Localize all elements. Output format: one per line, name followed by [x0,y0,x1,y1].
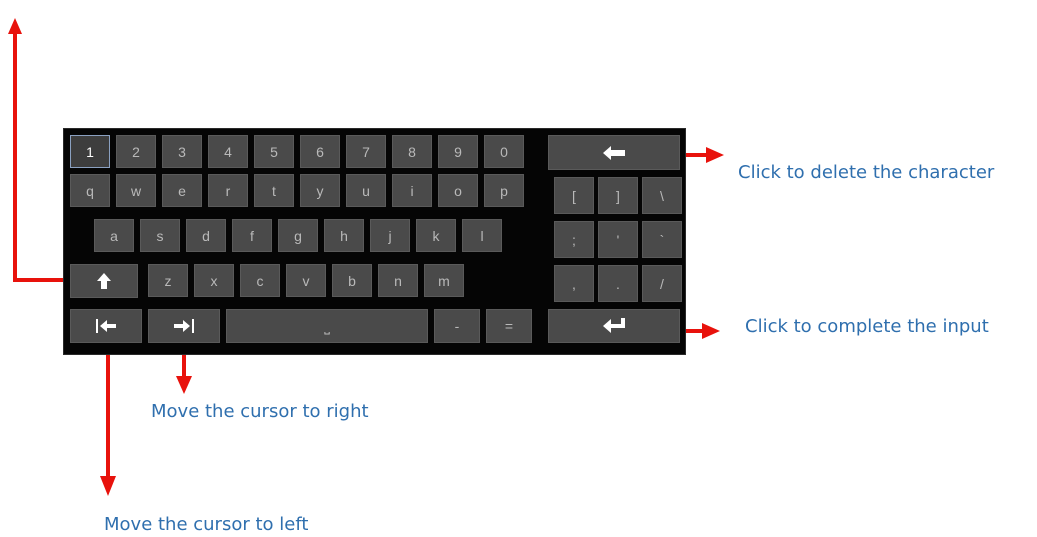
enter-annotation-label: Click to complete the input [745,316,989,337]
key-k[interactable]: k [416,219,456,252]
key-slash[interactable]: / [642,265,682,302]
key-b[interactable]: b [332,264,372,297]
key-2[interactable]: 2 [116,135,156,168]
key-p[interactable]: p [484,174,524,207]
key-d[interactable]: d [186,219,226,252]
key-4[interactable]: 4 [208,135,248,168]
key-right-bracket[interactable]: ] [598,177,638,214]
key-w[interactable]: w [116,174,156,207]
key-z[interactable]: z [148,264,188,297]
key-j[interactable]: j [370,219,410,252]
on-screen-keyboard: 1 2 3 4 5 6 7 8 9 0 q w e r t y u i o p a s d f g h j k l z x c v b n m ⎵ - = [… [63,128,686,355]
key-r[interactable]: r [208,174,248,207]
cursor-left-arrow-head [100,476,116,496]
key-comma[interactable]: , [554,265,594,302]
key-equals[interactable]: = [486,309,532,343]
space-key[interactable]: ⎵ [226,309,428,343]
backspace-arrow-head [706,147,724,163]
cursor-right-arrow-head [176,376,192,394]
cursor-left-icon [96,319,116,333]
key-3[interactable]: 3 [162,135,202,168]
key-backslash[interactable]: \ [642,177,682,214]
key-o[interactable]: o [438,174,478,207]
key-semicolon[interactable]: ; [554,221,594,258]
backspace-annotation-label: Click to delete the character [738,162,995,183]
shift-key[interactable] [70,264,138,298]
key-a[interactable]: a [94,219,134,252]
cursor-left-key[interactable] [70,309,142,343]
key-5[interactable]: 5 [254,135,294,168]
key-8[interactable]: 8 [392,135,432,168]
key-period[interactable]: . [598,265,638,302]
key-6[interactable]: 6 [300,135,340,168]
cursor-right-key[interactable] [148,309,220,343]
key-c[interactable]: c [240,264,280,297]
key-s[interactable]: s [140,219,180,252]
enter-key[interactable] [548,309,680,343]
key-f[interactable]: f [232,219,272,252]
cursor-right-icon [174,319,194,333]
key-left-bracket[interactable]: [ [554,177,594,214]
key-q[interactable]: q [70,174,110,207]
key-t[interactable]: t [254,174,294,207]
key-u[interactable]: u [346,174,386,207]
enter-arrow-head [702,323,720,339]
key-i[interactable]: i [392,174,432,207]
shift-arrow-icon [97,273,111,289]
key-v[interactable]: v [286,264,326,297]
key-x[interactable]: x [194,264,234,297]
key-l[interactable]: l [462,219,502,252]
key-h[interactable]: h [324,219,364,252]
enter-icon [603,318,625,333]
key-n[interactable]: n [378,264,418,297]
backspace-key[interactable] [548,135,680,170]
key-quote[interactable]: ' [598,221,638,258]
shift-arrow-head [8,18,22,34]
key-0[interactable]: 0 [484,135,524,168]
key-m[interactable]: m [424,264,464,297]
key-7[interactable]: 7 [346,135,386,168]
cursor-left-annotation-label: Move the cursor to left [104,514,309,535]
key-e[interactable]: e [162,174,202,207]
backspace-arrow-icon [603,145,625,160]
key-1[interactable]: 1 [70,135,110,168]
cursor-right-annotation-label: Move the cursor to right [151,401,369,422]
key-y[interactable]: y [300,174,340,207]
key-9[interactable]: 9 [438,135,478,168]
key-minus[interactable]: - [434,309,480,343]
key-backtick[interactable]: ` [642,221,682,258]
key-g[interactable]: g [278,219,318,252]
